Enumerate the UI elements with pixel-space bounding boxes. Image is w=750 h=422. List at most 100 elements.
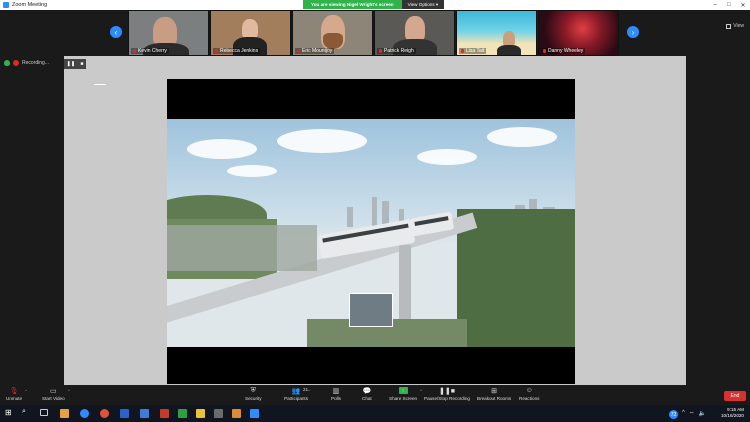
chat-icon: 💬 <box>362 387 372 395</box>
file-explorer-icon[interactable] <box>60 409 69 418</box>
gallery-strip: ‹ Kevin Cherry Rebecca Jenkins Eric Moun… <box>0 10 750 56</box>
encryption-shield-icon <box>4 60 10 66</box>
security-label: Security <box>245 396 262 401</box>
security-button[interactable]: ⛨ Security <box>245 386 262 402</box>
cloud <box>487 127 557 147</box>
volume-icon[interactable]: 🔈 <box>699 410 706 419</box>
sticky-notes-icon[interactable] <box>196 409 205 418</box>
notification-badge[interactable]: 72 <box>669 410 679 419</box>
noise-barrier <box>167 225 317 271</box>
recording-indicator: Recording... <box>4 60 49 66</box>
participant-name: Lisa Tait <box>466 48 485 54</box>
word-icon[interactable] <box>140 409 149 418</box>
zoom-window: Zoom Meeting – □ ✕ You are viewing Nigel… <box>0 0 750 422</box>
train-scene-image <box>167 119 575 347</box>
task-view-icon[interactable] <box>40 409 48 416</box>
cloud <box>277 129 367 153</box>
polls-button[interactable]: ▥ Polls <box>331 387 341 402</box>
chevron-up-icon[interactable]: ^ <box>68 388 70 393</box>
muted-mic-icon <box>543 49 546 53</box>
start-icon[interactable]: ⊞ <box>5 408 14 417</box>
shield-icon: ⛨ <box>250 386 256 394</box>
participant-tile[interactable]: Lisa Tait <box>456 10 537 56</box>
chat-button[interactable]: 💬 Chat <box>362 387 372 402</box>
unmute-button[interactable]: 🎙 Unmute ^ <box>6 387 27 402</box>
share-screen-button[interactable]: ↑ Share Screen ^ <box>389 387 422 401</box>
participant-name: Kevin Cherry <box>138 48 167 54</box>
close-button[interactable]: ✕ <box>736 2 750 9</box>
network-icon[interactable]: ⌔ <box>689 410 695 419</box>
participant-tile[interactable]: Patrick Reigh <box>374 10 455 56</box>
chrome-icon[interactable] <box>100 409 109 418</box>
chevron-up-icon[interactable]: ^ <box>420 388 422 393</box>
gallery-view-icon <box>726 23 732 29</box>
start-video-button[interactable]: ▭ Start Video ^ <box>42 387 70 402</box>
pause-stop-icon: ❚❚■ <box>439 387 455 395</box>
pause-stop-recording-button[interactable]: ❚❚■ Pause/Stop Recording <box>424 387 470 402</box>
participant-name: Eric Mountjoy <box>302 48 333 54</box>
clock-date: 10/16/2020 <box>721 413 744 418</box>
muted-mic-icon <box>379 49 382 53</box>
participant-caption: Danny Wheeley <box>541 48 586 54</box>
participant-name: Patrick Reigh <box>384 48 414 54</box>
participant-tile[interactable]: Rebecca Jenkins <box>210 10 291 56</box>
breakout-label: Breakout Rooms <box>477 396 512 401</box>
chevron-up-icon[interactable]: ^ <box>682 410 685 419</box>
participant-caption: Patrick Reigh <box>377 48 416 54</box>
breakout-rooms-button[interactable]: ⊞ Breakout Rooms <box>477 387 512 402</box>
view-button[interactable]: View <box>726 23 744 29</box>
share-screen-label: Share Screen <box>389 396 418 401</box>
store-icon[interactable] <box>120 409 129 418</box>
skyline-building <box>372 197 377 227</box>
overlay-box <box>349 293 393 327</box>
participant-caption: Eric Mountjoy <box>295 48 335 54</box>
share-screen-icon: ↑ <box>398 387 408 394</box>
chevron-up-icon[interactable]: ^ <box>25 388 27 393</box>
polls-icon: ▥ <box>332 387 340 395</box>
view-options-button[interactable]: View Options ▾ <box>401 0 445 9</box>
media-icon[interactable] <box>232 409 241 418</box>
gallery-prev-button[interactable]: ‹ <box>110 26 122 38</box>
reactions-button[interactable]: ☺ Reactions <box>519 387 539 401</box>
excel-icon[interactable] <box>178 409 187 418</box>
muted-mic-icon <box>297 49 300 53</box>
participants-icon: 👥 <box>291 387 301 395</box>
start-video-label: Start Video <box>42 396 65 401</box>
participant-shirt <box>497 45 521 55</box>
edge-icon[interactable] <box>80 409 89 418</box>
train-windows <box>414 216 449 226</box>
participant-caption: Kevin Cherry <box>131 48 169 54</box>
muted-mic-icon <box>461 49 464 53</box>
maximize-button[interactable]: □ <box>722 2 736 8</box>
gallery-next-button[interactable]: › <box>627 26 639 38</box>
cursor-dash <box>94 84 106 85</box>
zoom-taskbar-icon[interactable] <box>250 409 259 418</box>
minimize-button[interactable]: – <box>708 2 722 8</box>
pause-recording-icon[interactable]: ❚❚ <box>67 61 75 67</box>
participant-name: Danny Wheeley <box>548 48 584 54</box>
pause-recording-label: Pause/Stop Recording <box>424 396 470 401</box>
muted-mic-icon <box>215 49 218 53</box>
cloud <box>187 139 257 159</box>
participants-button[interactable]: 👥 Participants 21 ^ <box>284 387 310 401</box>
participant-name: Rebecca Jenkins <box>220 48 259 54</box>
shared-screen-area <box>64 56 686 386</box>
system-tray: 72 ^ ⌔ 🔈 <box>669 410 706 419</box>
end-meeting-button[interactable]: End <box>724 391 746 401</box>
zoom-app-icon <box>3 2 9 8</box>
reactions-label: Reactions <box>519 396 540 401</box>
recording-label: Recording... <box>22 60 49 66</box>
powerpoint-icon[interactable] <box>160 409 169 418</box>
calculator-icon[interactable] <box>214 409 223 418</box>
participant-tile[interactable]: Eric Mountjoy <box>292 10 373 56</box>
participant-tile[interactable]: Danny Wheeley <box>538 10 619 56</box>
chevron-up-icon[interactable]: ^ <box>308 388 310 393</box>
participant-caption: Lisa Tait <box>459 48 487 54</box>
video-off-icon: ▭ <box>50 387 57 395</box>
stop-recording-icon[interactable]: ■ <box>80 61 83 67</box>
participant-face <box>242 19 258 39</box>
participant-tile[interactable]: Kevin Cherry <box>128 10 209 56</box>
reactions-icon: ☺ <box>525 387 533 394</box>
clock[interactable]: 9:15 AM 10/16/2020 <box>721 407 744 419</box>
search-icon[interactable]: ⌕ <box>22 408 31 417</box>
